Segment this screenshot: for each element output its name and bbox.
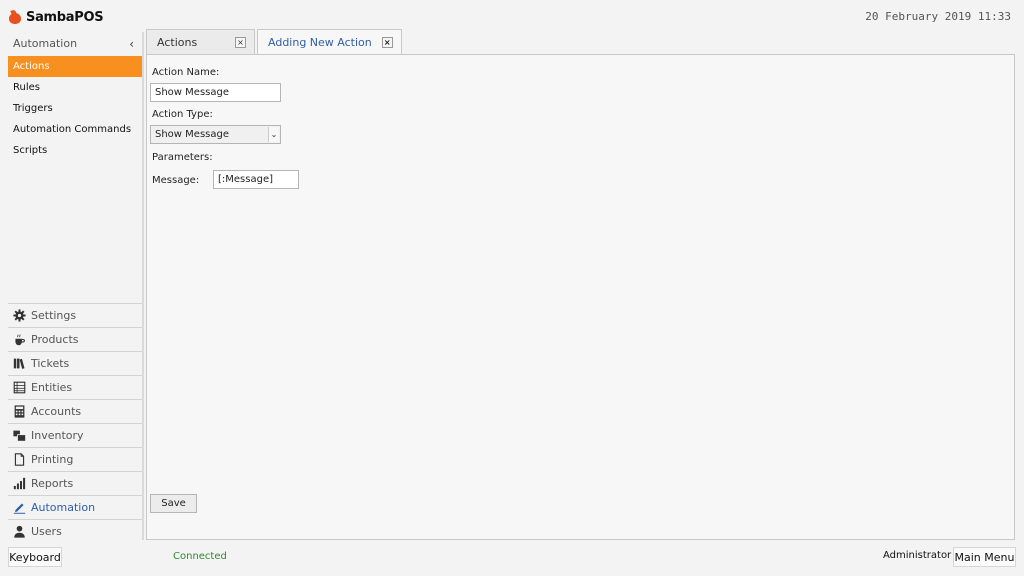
close-icon[interactable]: × (235, 36, 246, 48)
books-icon (13, 357, 26, 370)
message-input[interactable] (213, 170, 299, 189)
tab-label: Adding New Action (268, 36, 372, 49)
sidebar-divider (142, 32, 144, 540)
tab-label: Actions (157, 35, 198, 49)
nav-item-products[interactable]: Products (8, 327, 142, 351)
nav-item-reports[interactable]: Reports (8, 471, 142, 495)
nav-item-inventory[interactable]: Inventory (8, 423, 142, 447)
nav-item-settings[interactable]: Settings (8, 303, 142, 327)
main-navigation: Settings Products Tickets Entities Accou… (8, 303, 142, 543)
action-type-select[interactable]: Show Message ⌄ (150, 125, 281, 144)
sambapos-logo-icon (8, 9, 22, 24)
close-icon[interactable]: × (381, 37, 393, 48)
date-time: 20 February 2019 11:33 (865, 10, 1011, 23)
action-editor-panel: Action Name: Action Type: Show Message ⌄… (146, 54, 1015, 540)
main-menu-button[interactable]: Main Menu (953, 547, 1016, 567)
calculator-icon (13, 405, 26, 418)
nav-item-automation[interactable]: Automation (8, 495, 142, 519)
action-name-input[interactable] (150, 83, 281, 102)
save-button[interactable]: Save (150, 494, 197, 513)
nav-label: Automation (31, 501, 96, 514)
coffee-cup-icon (13, 333, 26, 346)
pencil-icon (13, 501, 26, 514)
document-icon (13, 453, 26, 466)
boxes-icon (13, 429, 26, 442)
nav-label: Users (31, 525, 62, 538)
collapse-icon[interactable]: ‹ (129, 37, 134, 51)
nav-label: Tickets (31, 357, 70, 370)
current-user: Administrator (883, 550, 952, 561)
sidebar-item-actions[interactable]: Actions (8, 56, 142, 77)
document-tabs: Actions × Adding New Action × (146, 29, 404, 55)
status-bar: Keyboard Connected Administrator Main Me… (0, 546, 1024, 570)
sidebar-list: Actions Rules Triggers Automation Comman… (8, 56, 142, 161)
app-name: SambaPOS (26, 9, 104, 25)
action-name-label: Action Name: (152, 67, 220, 78)
nav-item-accounts[interactable]: Accounts (8, 399, 142, 423)
table-icon (13, 381, 26, 394)
message-label: Message: (152, 175, 200, 186)
nav-label: Products (31, 333, 79, 346)
nav-label: Reports (31, 477, 74, 490)
gear-icon (13, 309, 26, 322)
sidebar-item-triggers[interactable]: Triggers (8, 98, 142, 119)
sidebar-item-automation-commands[interactable]: Automation Commands (8, 119, 142, 140)
nav-label: Printing (31, 453, 74, 466)
tab-adding-new-action[interactable]: Adding New Action × (257, 29, 402, 55)
user-icon (13, 525, 26, 538)
keyboard-button[interactable]: Keyboard (8, 547, 62, 567)
nav-label: Accounts (31, 405, 82, 418)
parameters-label: Parameters: (152, 152, 213, 163)
app-logo: SambaPOS (8, 8, 104, 26)
nav-item-entities[interactable]: Entities (8, 375, 142, 399)
nav-item-printing[interactable]: Printing (8, 447, 142, 471)
nav-item-tickets[interactable]: Tickets (8, 351, 142, 375)
connection-status: Connected (173, 551, 227, 562)
sidebar-item-rules[interactable]: Rules (8, 77, 142, 98)
nav-item-users[interactable]: Users (8, 519, 142, 543)
action-type-value: Show Message (155, 129, 229, 140)
bar-chart-icon (13, 477, 26, 490)
nav-label: Entities (31, 381, 73, 394)
sidebar-header: Automation ‹ (8, 32, 142, 55)
chevron-down-icon[interactable]: ⌄ (268, 127, 279, 142)
action-type-label: Action Type: (152, 109, 213, 120)
sidebar-title: Automation (13, 37, 78, 50)
tab-actions[interactable]: Actions × (146, 29, 255, 54)
nav-label: Settings (31, 309, 77, 322)
nav-label: Inventory (31, 429, 84, 442)
top-bar: SambaPOS 20 February 2019 11:33 (0, 0, 1024, 32)
sidebar-item-scripts[interactable]: Scripts (8, 140, 142, 161)
